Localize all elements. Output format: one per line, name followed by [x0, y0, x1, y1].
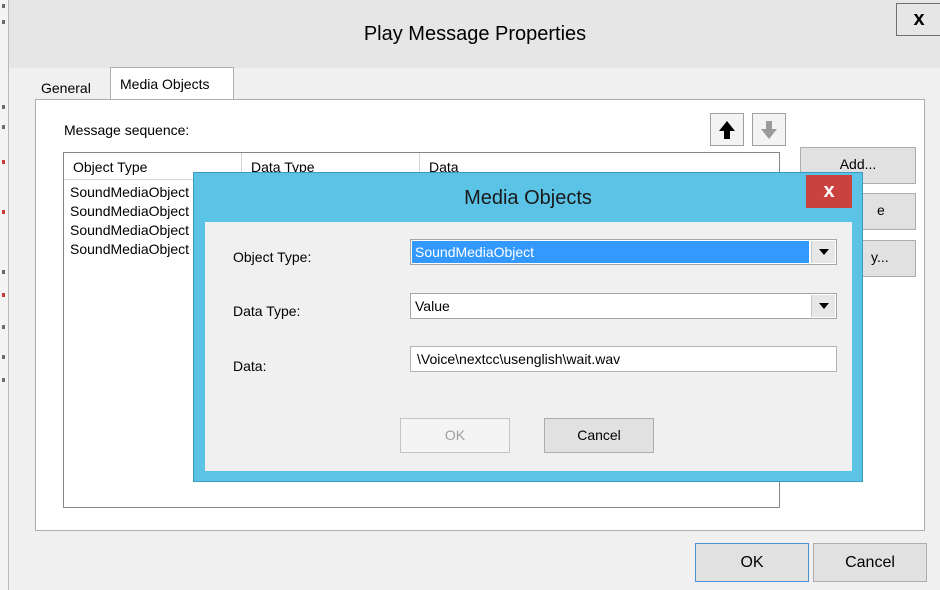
- dialog-title: Media Objects: [464, 187, 592, 209]
- edge-mark: [2, 355, 5, 359]
- edge-mark: [2, 125, 5, 129]
- background-window-edge: [0, 0, 8, 590]
- tab-general[interactable]: General: [41, 80, 91, 96]
- chevron-down-icon: [818, 303, 829, 309]
- edge-mark: [2, 270, 5, 274]
- list-item[interactable]: SoundMediaObject: [70, 240, 189, 258]
- data-type-value: Value: [415, 298, 450, 314]
- dialog-cancel-button[interactable]: Cancel: [544, 418, 654, 453]
- window-title: Play Message Properties: [363, 23, 587, 45]
- message-sequence-label: Message sequence:: [64, 122, 190, 138]
- object-type-value: SoundMediaObject: [412, 241, 809, 263]
- edge-mark: [2, 378, 5, 382]
- dialog-titlebar[interactable]: Media Objects: [194, 173, 862, 223]
- tab-media-objects[interactable]: Media Objects: [110, 67, 234, 100]
- data-type-label: Data Type:: [233, 303, 301, 319]
- ok-button[interactable]: OK: [695, 543, 809, 582]
- edge-mark: [2, 325, 5, 329]
- move-up-button[interactable]: [710, 113, 744, 146]
- media-objects-dialog: Media Objects x Object Type: SoundMediaO…: [193, 172, 863, 482]
- main-titlebar[interactable]: Play Message Properties: [9, 0, 940, 68]
- data-input[interactable]: \Voice\nextcc\usenglish\wait.wav: [410, 346, 837, 372]
- data-type-dropdown-button[interactable]: [811, 295, 835, 317]
- close-icon: x: [913, 8, 925, 30]
- tab-media-objects-label: Media Objects: [120, 76, 210, 92]
- dialog-ok-button[interactable]: OK: [400, 418, 510, 453]
- edge-mark: [2, 210, 5, 214]
- chevron-down-icon: [818, 249, 829, 255]
- edge-mark: [2, 105, 5, 109]
- screen: Play Message Properties x General Media …: [0, 0, 940, 590]
- arrow-down-icon: [761, 120, 777, 139]
- main-close-button[interactable]: x: [896, 3, 940, 36]
- list-item[interactable]: SoundMediaObject: [70, 221, 189, 239]
- list-item[interactable]: SoundMediaObject: [70, 202, 189, 220]
- arrow-up-icon: [719, 120, 735, 139]
- close-icon: x: [823, 180, 835, 202]
- edge-mark: [2, 293, 5, 297]
- modify-button-label: y...: [871, 249, 889, 265]
- edge-mark: [2, 160, 5, 164]
- data-label: Data:: [233, 358, 267, 374]
- dialog-body: Object Type: SoundMediaObject Data Type:…: [205, 222, 852, 471]
- edge-mark: [2, 4, 5, 8]
- object-type-label: Object Type:: [233, 249, 312, 265]
- object-type-select[interactable]: SoundMediaObject: [410, 239, 837, 265]
- dialog-close-button[interactable]: x: [806, 175, 852, 208]
- edge-mark: [2, 20, 5, 24]
- remove-button-label: e: [877, 202, 885, 218]
- cancel-button[interactable]: Cancel: [813, 543, 927, 582]
- data-type-select[interactable]: Value: [410, 293, 837, 319]
- list-item[interactable]: SoundMediaObject: [70, 183, 189, 201]
- move-down-button[interactable]: [752, 113, 786, 146]
- object-type-dropdown-button[interactable]: [811, 241, 835, 263]
